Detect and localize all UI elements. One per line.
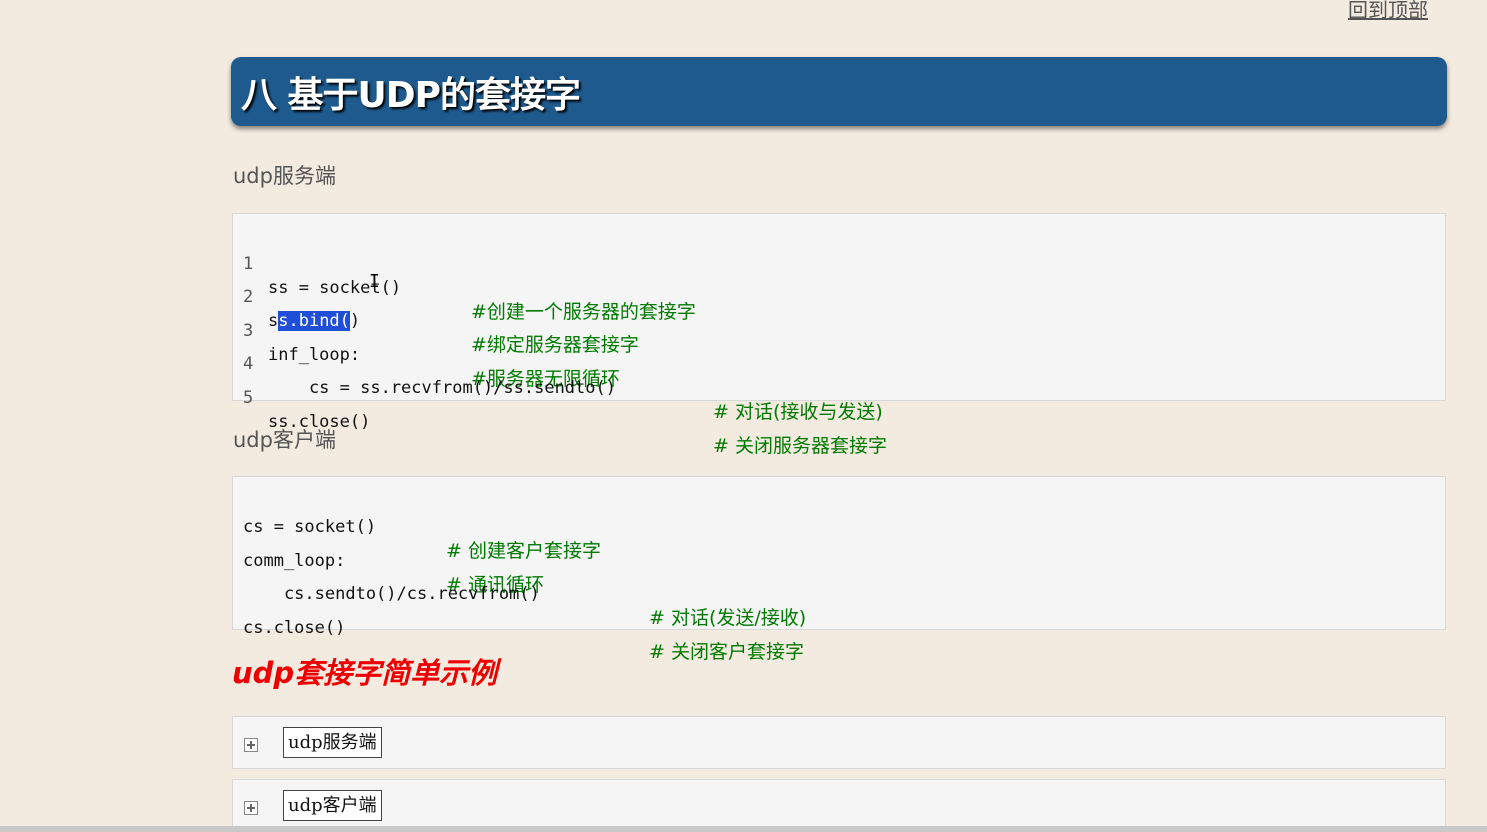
code-text-after-selection: ) [349, 311, 361, 331]
expand-plus-icon[interactable] [244, 801, 258, 815]
code-text: cs.close() [243, 618, 346, 638]
client-code-block[interactable]: cs = socket() # 创建客户套接字 comm_loop: # 通讯循… [232, 476, 1446, 663]
collapsed-code-block-server: udp服务端 [232, 716, 1446, 769]
code-comment: #创建一个服务器的套接字 [471, 301, 696, 323]
code-comment: # 创建客户套接字 [446, 540, 601, 562]
code-comment: #绑定服务器套接字 [471, 334, 639, 356]
line-number: 5 [243, 388, 254, 408]
horizontal-scrollbar[interactable] [0, 826, 1487, 832]
code-text: ss.bind() [268, 309, 360, 333]
server-code-block[interactable]: 1 ss = socket() #创建一个服务器的套接字 2 ss.bind()… [232, 213, 1446, 457]
code-line: 5 ss.close() # 关闭服务器套接字 [233, 362, 887, 457]
section-heading-banner: 八 基于UDP的套接字 [231, 57, 1447, 126]
code-line: 1 ss = socket() #创建一个服务器的套接字 [233, 228, 696, 323]
code-text: inf_loop: [268, 345, 361, 365]
collapsed-code-block-client: udp客户端 [232, 779, 1446, 832]
code-line: 4 cs = ss.recvfrom()/ss.sendto() # 对话(接收… [233, 328, 883, 423]
code-line: cs = socket() # 创建客户套接字 [233, 491, 601, 562]
code-text: cs = ss.recvfrom()/ss.sendto() [268, 378, 616, 398]
code-comment: # 关闭服务器套接字 [713, 435, 887, 457]
code-line: comm_loop: # 通讯循环 [233, 525, 544, 596]
expand-plus-icon[interactable] [244, 738, 258, 752]
code-comment: # 关闭客户套接字 [649, 641, 804, 663]
text-cursor-icon: I [369, 271, 380, 292]
code-line: 3 inf_loop: #服务器无限循环 [233, 295, 620, 390]
code-text: cs.sendto()/cs.recvfrom() [243, 584, 540, 604]
code-line: cs.close() # 关闭客户套接字 [233, 592, 804, 663]
example-heading: udp套接字简单示例 [232, 656, 498, 690]
back-to-top-link[interactable]: 回到顶部 [1348, 0, 1428, 23]
client-section-label: udp客户端 [233, 428, 336, 452]
code-comment: # 对话(接收与发送) [713, 401, 883, 423]
section-title: 八 基于UDP的套接字 [241, 74, 581, 116]
selected-text[interactable]: s.bind( [278, 311, 350, 331]
code-line: 2 ss.bind() #绑定服务器套接字 [233, 261, 639, 356]
code-text: ss = socket() [268, 278, 402, 298]
expand-server-code-button[interactable]: udp服务端 [283, 727, 382, 758]
server-section-label: udp服务端 [233, 164, 336, 188]
code-comment: # 对话(发送/接收) [649, 607, 807, 629]
expand-client-code-button[interactable]: udp客户端 [283, 790, 382, 821]
code-line: cs.sendto()/cs.recvfrom() # 对话(发送/接收) [233, 558, 806, 629]
